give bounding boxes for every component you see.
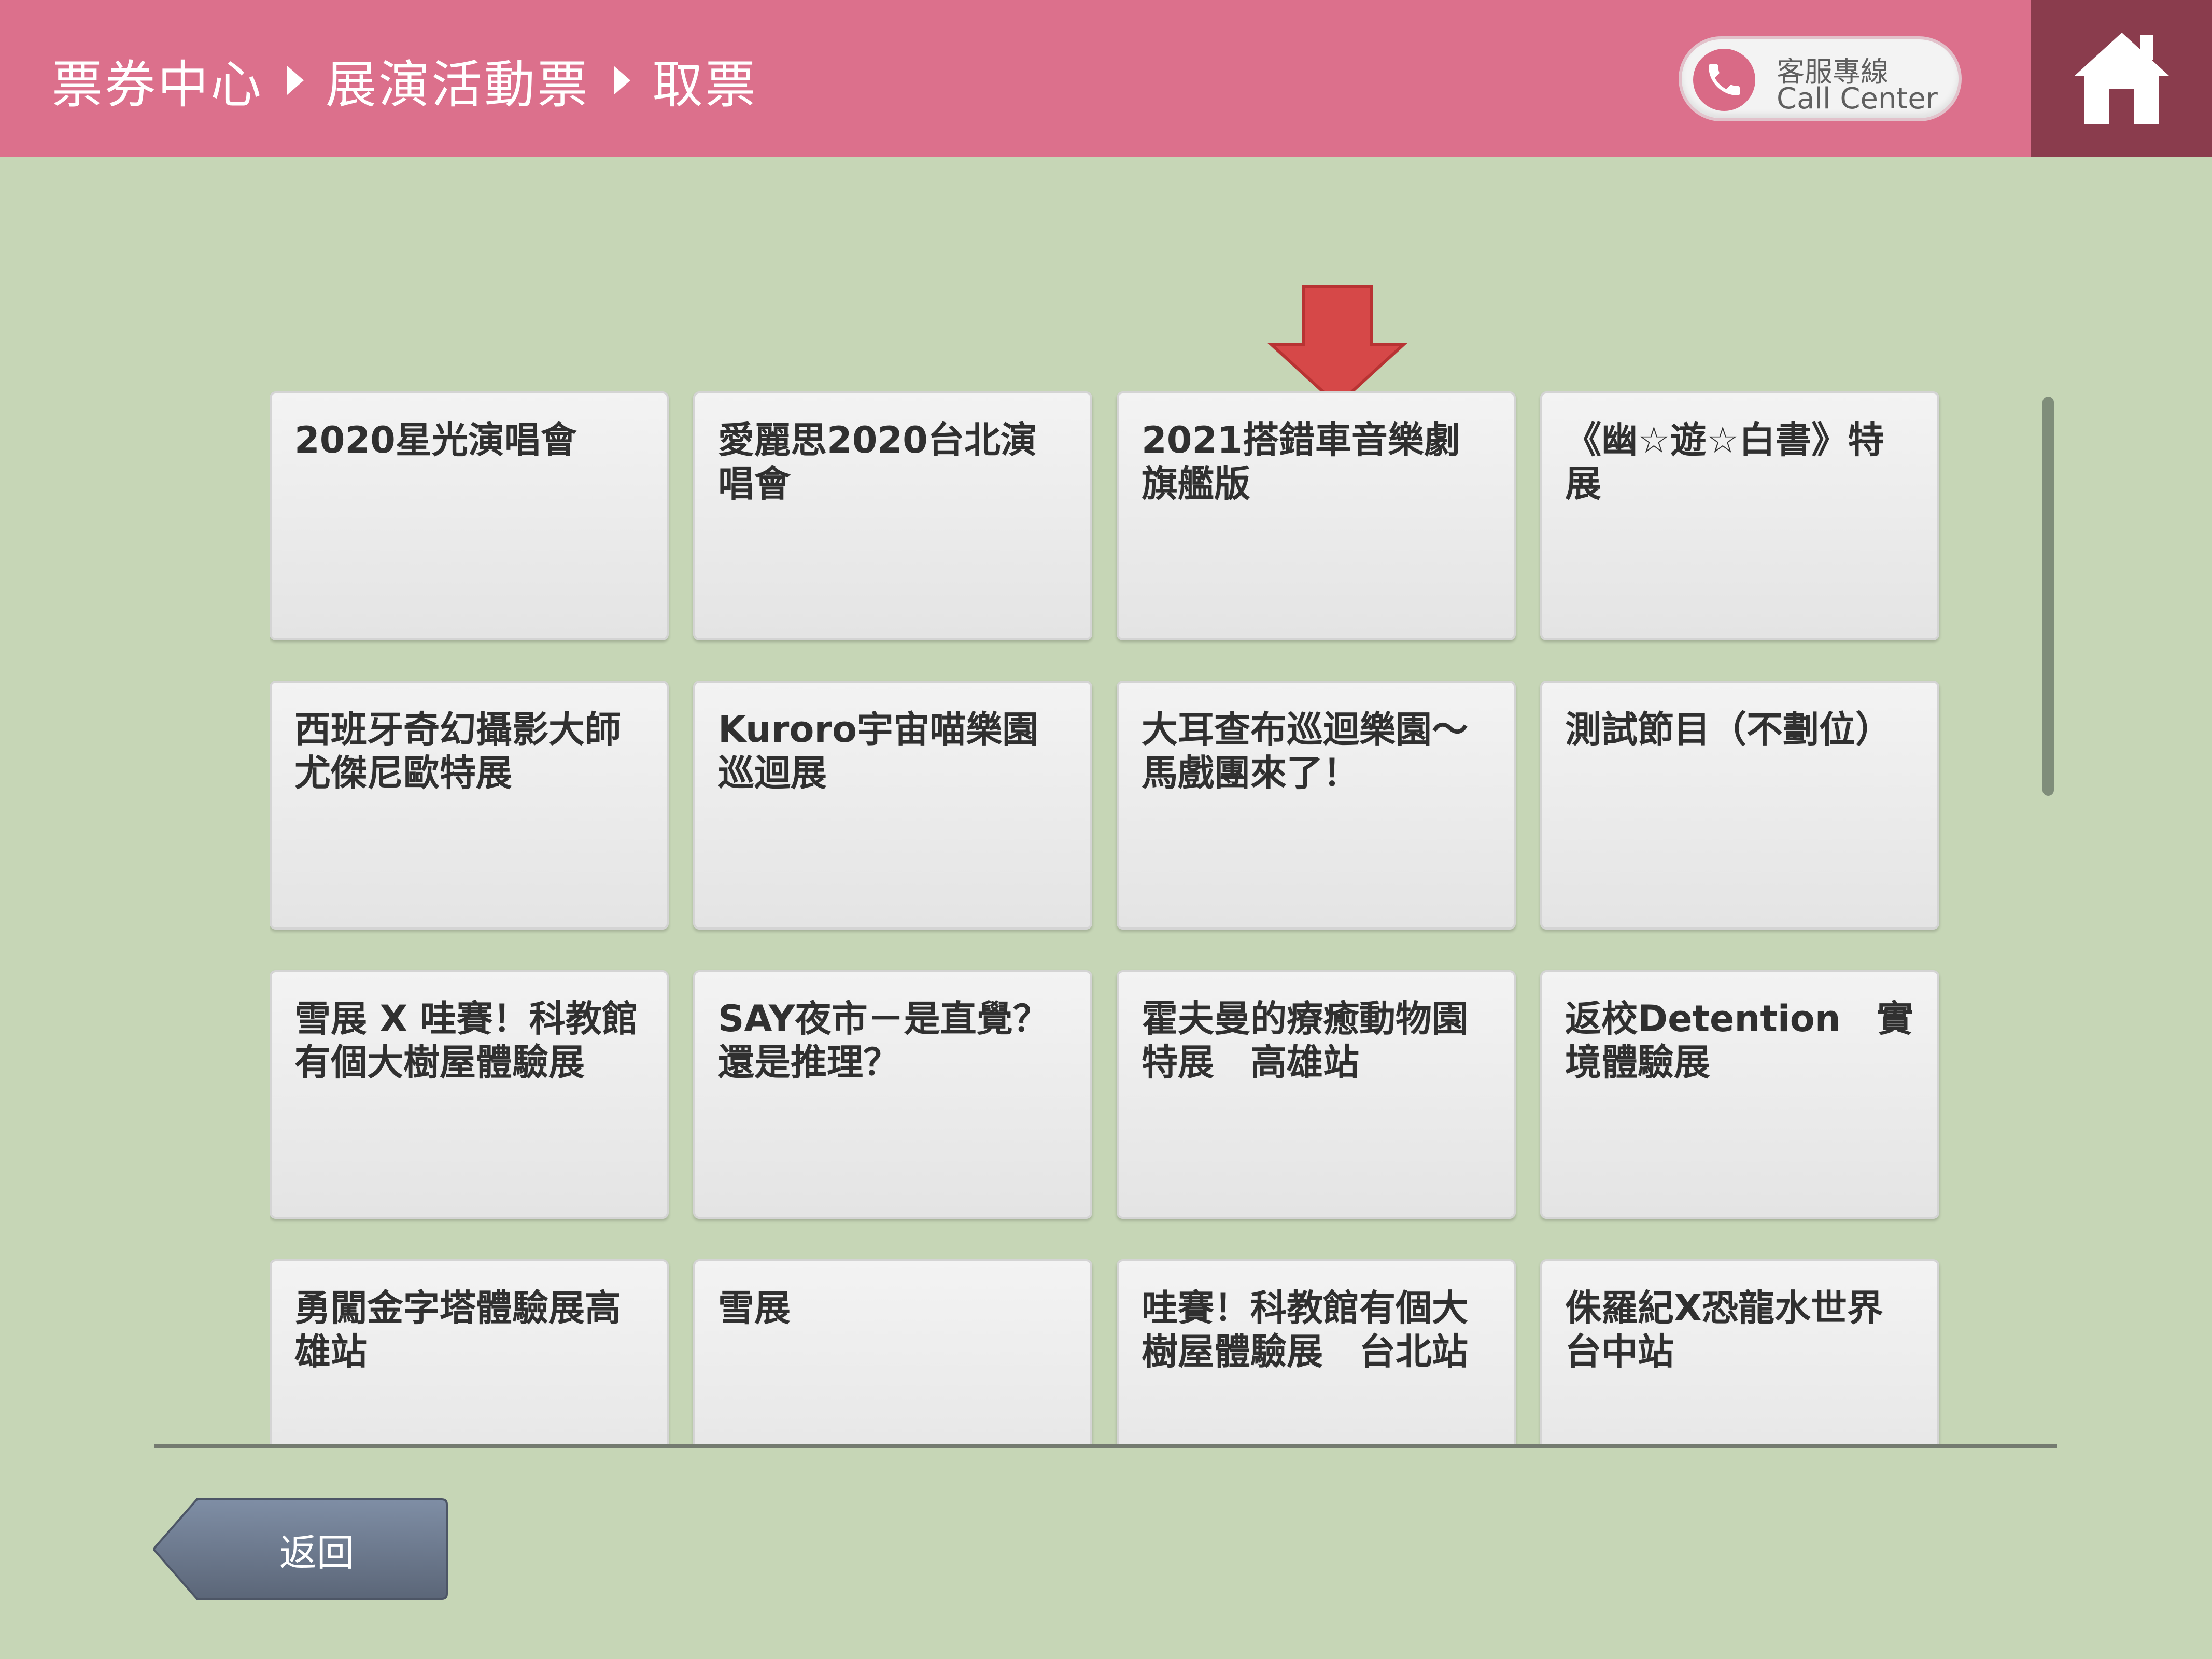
event-title: 雪展	[718, 1287, 791, 1329]
event-tile[interactable]: 2021搭錯車音樂劇旗艦版	[1117, 391, 1516, 640]
event-title: 2020星光演唱會	[294, 419, 577, 461]
home-button[interactable]	[2031, 0, 2212, 157]
event-tile[interactable]: 霍夫曼的療癒動物園特展 高雄站	[1117, 970, 1516, 1219]
event-tile[interactable]: 返校Detention 實境體驗展	[1540, 970, 1939, 1219]
event-title: SAY夜市－是直覺？還是推理？	[718, 997, 1049, 1084]
event-title: 愛麗思2020台北演唱會	[718, 419, 1037, 505]
event-tile[interactable]: 《幽☆遊☆白書》特展	[1540, 391, 1939, 640]
event-title: 測試節目（不劃位）	[1565, 708, 1892, 751]
back-button[interactable]: 返回	[153, 1496, 449, 1602]
event-tile[interactable]: 大耳查布巡迴樂園～馬戲團來了！	[1117, 681, 1516, 930]
scrollbar-thumb[interactable]	[2042, 397, 2054, 796]
breadcrumb-exhibition-tickets[interactable]: 展演活動票	[326, 44, 590, 117]
call-center-label-en: Call Center	[1777, 82, 1938, 116]
back-label: 返回	[279, 1530, 354, 1574]
event-title: Kuroro宇宙喵樂園巡迴展	[718, 708, 1039, 794]
breadcrumb: 票券中心 展演活動票 取票	[52, 44, 758, 117]
event-tile[interactable]: 侏羅紀X恐龍水世界台中站	[1540, 1259, 1939, 1446]
breadcrumb-ticket-center[interactable]: 票券中心	[52, 44, 263, 117]
breadcrumb-pickup: 取票	[652, 55, 758, 115]
event-tile[interactable]: 2020星光演唱會	[270, 391, 669, 640]
event-grid: 2020星光演唱會 愛麗思2020台北演唱會 2021搭錯車音樂劇旗艦版 《幽☆…	[270, 391, 1944, 1446]
event-title: 2021搭錯車音樂劇旗艦版	[1142, 419, 1460, 505]
event-title: 霍夫曼的療癒動物園特展 高雄站	[1142, 997, 1468, 1084]
event-tile[interactable]: 測試節目（不劃位）	[1540, 681, 1939, 930]
event-tile[interactable]: 雪展	[693, 1259, 1092, 1446]
grid-scrollbar[interactable]	[2042, 397, 2054, 1444]
event-title: 雪展 X 哇賽！科教館有個大樹屋體驗展	[294, 997, 638, 1084]
event-title: 勇闖金字塔體驗展高雄站	[294, 1287, 621, 1373]
event-title: 《幽☆遊☆白書》特展	[1565, 419, 1884, 505]
event-tile[interactable]: 愛麗思2020台北演唱會	[693, 391, 1092, 640]
event-tile[interactable]: 哇賽！科教館有個大樹屋體驗展 台北站	[1117, 1259, 1516, 1446]
event-tile[interactable]: 雪展 X 哇賽！科教館有個大樹屋體驗展	[270, 970, 669, 1219]
chevron-right-icon	[614, 66, 631, 95]
event-tile[interactable]: Kuroro宇宙喵樂園巡迴展	[693, 681, 1092, 930]
chevron-right-icon	[287, 66, 304, 95]
event-tile[interactable]: SAY夜市－是直覺？還是推理？	[693, 970, 1092, 1219]
event-title: 西班牙奇幻攝影大師尤傑尼歐特展	[294, 708, 621, 794]
event-title: 大耳查布巡迴樂園～馬戲團來了！	[1142, 708, 1468, 794]
event-title: 返校Detention 實境體驗展	[1565, 997, 1913, 1084]
event-tile[interactable]: 西班牙奇幻攝影大師尤傑尼歐特展	[270, 681, 669, 930]
event-tile[interactable]: 勇闖金字塔體驗展高雄站	[270, 1259, 669, 1446]
event-title: 哇賽！科教館有個大樹屋體驗展 台北站	[1142, 1287, 1468, 1373]
footer-divider	[154, 1444, 2057, 1448]
down-arrow-icon	[1267, 285, 1407, 407]
event-title: 侏羅紀X恐龍水世界台中站	[1565, 1287, 1883, 1373]
phone-icon	[1693, 49, 1755, 111]
header-bar: 票券中心 展演活動票 取票 客服專線 Call Center	[0, 0, 2212, 157]
home-icon	[2074, 33, 2169, 124]
call-center-button[interactable]: 客服專線 Call Center	[1679, 36, 1962, 121]
